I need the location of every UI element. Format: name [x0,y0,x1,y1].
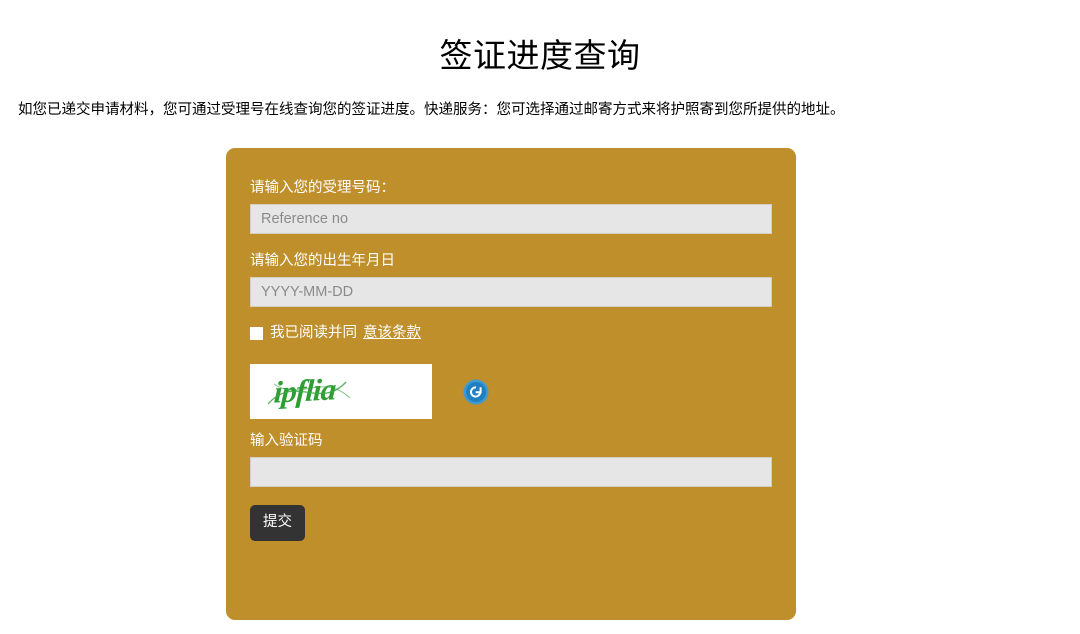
captcha-input-label: 输入验证码 [250,433,323,449]
page-description: 如您已递交申请材料，您可通过受理号在线查询您的签证进度。快递服务：您可选择通过邮… [18,102,845,119]
birthdate-input[interactable] [250,277,772,307]
captcha-image: ipflia [250,364,432,419]
reference-number-input[interactable] [250,204,772,234]
birthdate-label: 请输入您的出生年月日 [250,253,395,269]
field-spacer [250,307,772,323]
submit-button[interactable]: 提交 [250,505,305,541]
terms-link[interactable]: 意该条款 [363,323,421,343]
terms-agreement-label: 我已阅读并同 [270,325,357,341]
captcha-image-text: ipflia [272,371,337,410]
visa-status-form-panel: 请输入您的受理号码： 请输入您的出生年月日 我已阅读并同 意该条款 ipflia [226,148,796,620]
terms-agreement-row: 我已阅读并同 意该条款 [250,323,772,343]
field-spacer [250,234,772,251]
form-fields-container: 请输入您的受理号码： 请输入您的出生年月日 我已阅读并同 意该条款 ipflia [250,178,772,541]
refresh-captcha-icon[interactable] [463,379,489,405]
captcha-row: ipflia [250,364,772,419]
page-title: 签证进度查询 [439,37,641,74]
terms-agreement-checkbox[interactable] [250,326,263,340]
reference-number-label: 请输入您的受理号码： [250,180,395,196]
captcha-input[interactable] [250,457,772,487]
